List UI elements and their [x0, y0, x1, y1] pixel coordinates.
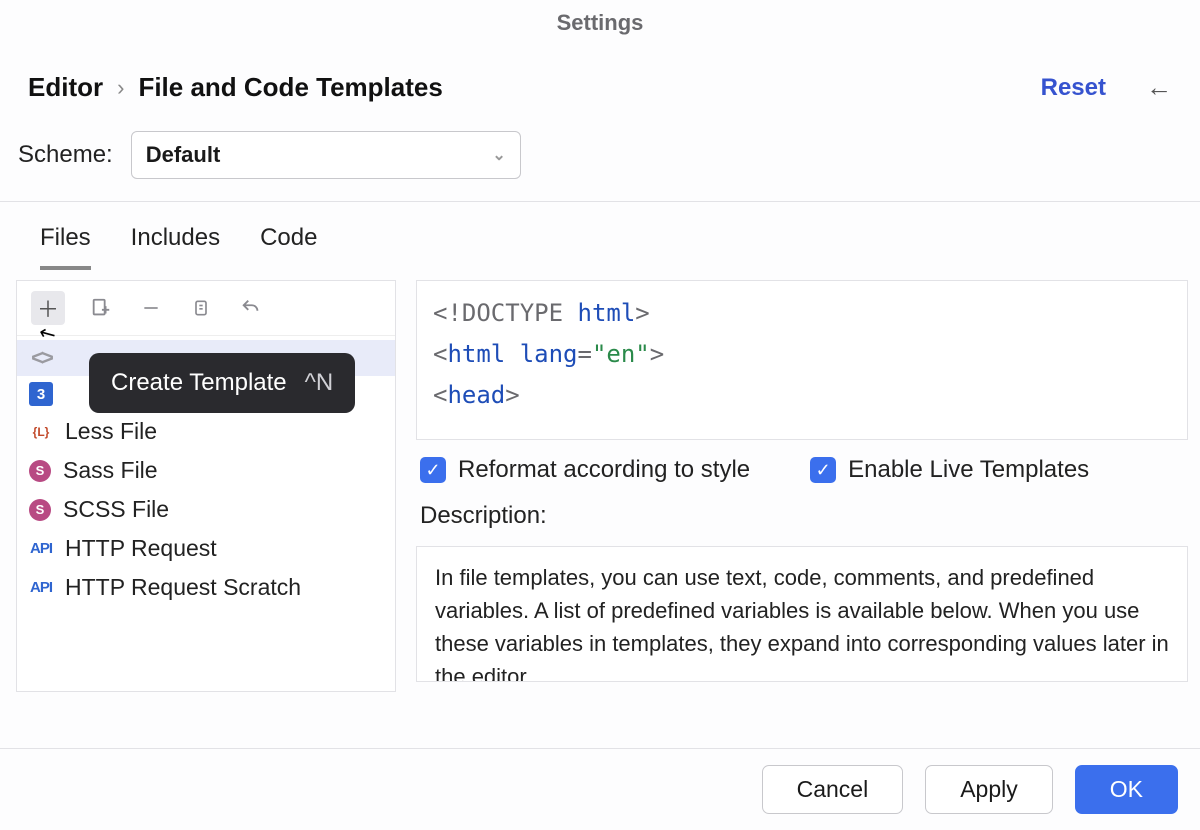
- description-label: Description:: [416, 500, 1188, 532]
- api-icon: API: [29, 576, 53, 600]
- window-title: Settings: [0, 0, 1200, 44]
- ok-button[interactable]: OK: [1075, 765, 1178, 814]
- live-templates-label: Enable Live Templates: [848, 456, 1089, 484]
- template-toolbar: ＋ ↖: [17, 281, 395, 336]
- remove-button[interactable]: [137, 294, 165, 322]
- list-item[interactable]: API HTTP Request: [17, 529, 395, 568]
- file-label: Sass File: [63, 457, 158, 484]
- less-icon: {L}: [29, 420, 53, 444]
- sass-icon: S: [29, 499, 51, 521]
- sass-icon: S: [29, 460, 51, 482]
- list-item[interactable]: S SCSS File: [17, 490, 395, 529]
- reset-link[interactable]: Reset: [1041, 74, 1106, 102]
- create-from-template-button[interactable]: [87, 294, 115, 322]
- check-icon: ✓: [810, 457, 836, 483]
- undo-button[interactable]: [237, 294, 265, 322]
- list-item[interactable]: {L} Less File: [17, 412, 395, 451]
- dialog-footer: Cancel Apply OK: [0, 748, 1200, 830]
- file-label: SCSS File: [63, 496, 169, 523]
- template-list-panel: ＋ ↖ Create Template ^N <> 3 {L} Less File SS…: [16, 280, 396, 692]
- tooltip-shortcut: ^N: [305, 369, 334, 397]
- back-arrow-icon[interactable]: ←: [1146, 72, 1172, 103]
- copy-button[interactable]: [187, 294, 215, 322]
- scheme-label: Scheme:: [18, 141, 113, 169]
- css-icon: 3: [29, 382, 53, 406]
- reformat-checkbox[interactable]: ✓ Reformat according to style: [420, 456, 750, 484]
- add-template-button[interactable]: ＋: [31, 291, 65, 325]
- apply-button[interactable]: Apply: [925, 765, 1053, 814]
- angle-icon: <>: [29, 346, 53, 370]
- breadcrumb: Editor › File and Code Templates: [28, 72, 1041, 103]
- description-box: In file templates, you can use text, cod…: [416, 546, 1188, 682]
- list-item[interactable]: API HTTP Request Scratch: [17, 568, 395, 607]
- file-label: Less File: [65, 418, 157, 445]
- breadcrumb-current: File and Code Templates: [138, 72, 442, 103]
- check-icon: ✓: [420, 457, 446, 483]
- tooltip-text: Create Template: [111, 369, 287, 397]
- file-label: HTTP Request: [65, 535, 217, 562]
- list-item[interactable]: S Sass File: [17, 451, 395, 490]
- tab-code[interactable]: Code: [260, 224, 317, 270]
- create-template-tooltip: Create Template ^N: [89, 353, 355, 413]
- chevron-down-icon: ⌄: [492, 145, 505, 165]
- cancel-button[interactable]: Cancel: [762, 765, 904, 814]
- live-templates-checkbox[interactable]: ✓ Enable Live Templates: [810, 456, 1089, 484]
- api-icon: API: [29, 537, 53, 561]
- template-code-editor[interactable]: <!DOCTYPE html> <html lang="en"> <head>: [416, 280, 1188, 440]
- scheme-value: Default: [146, 142, 221, 168]
- breadcrumb-sep-icon: ›: [117, 75, 124, 101]
- tab-includes[interactable]: Includes: [131, 224, 220, 270]
- file-label: HTTP Request Scratch: [65, 574, 301, 601]
- scheme-dropdown[interactable]: Default ⌄: [131, 131, 521, 179]
- tab-files[interactable]: Files: [40, 224, 91, 270]
- reformat-label: Reformat according to style: [458, 456, 750, 484]
- breadcrumb-parent[interactable]: Editor: [28, 72, 103, 103]
